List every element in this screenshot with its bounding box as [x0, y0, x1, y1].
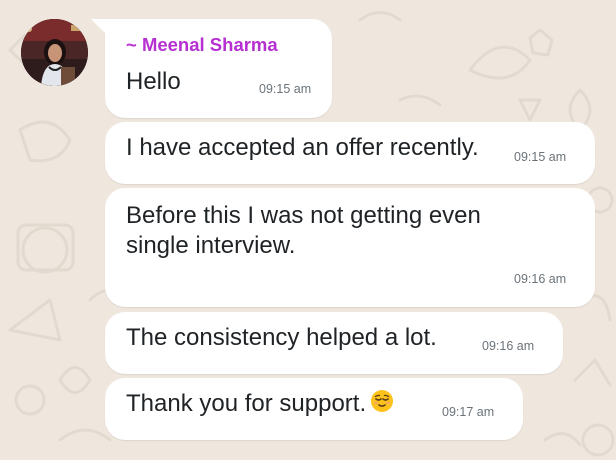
message-bubble-5[interactable]: Thank you for support. 09:17 am	[105, 378, 523, 440]
sender-avatar[interactable]	[21, 19, 88, 86]
message-text: The consistency helped a lot.	[126, 324, 437, 351]
message-bubble-1[interactable]: ~ Meenal Sharma Hello 09:15 am	[91, 19, 332, 118]
message-bubble-2[interactable]: I have accepted an offer recently. 09:15…	[105, 122, 595, 184]
message-bubble-3[interactable]: Before this I was not getting even singl…	[105, 188, 595, 307]
relieved-face-emoji-icon	[370, 389, 394, 423]
message-text: Hello	[126, 68, 181, 95]
avatar-image	[21, 19, 88, 86]
message-text: Thank you for support.	[126, 390, 367, 417]
message-time: 09:16 am	[482, 339, 535, 353]
sender-name[interactable]: ~ Meenal Sharma	[126, 34, 278, 56]
message-text-row: Thank you for support.	[126, 387, 394, 423]
message-time: 09:15 am	[259, 82, 312, 96]
message-time: 09:16 am	[514, 272, 567, 286]
message-bubble-4[interactable]: The consistency helped a lot. 09:16 am	[105, 312, 563, 374]
bubble-tail	[91, 19, 107, 35]
message-time: 09:15 am	[514, 150, 567, 164]
message-text: I have accepted an offer recently.	[126, 134, 479, 161]
message-text-line-2: single interview.	[126, 232, 296, 259]
message-time: 09:17 am	[442, 405, 495, 419]
message-text-line-1: Before this I was not getting even	[126, 202, 481, 229]
